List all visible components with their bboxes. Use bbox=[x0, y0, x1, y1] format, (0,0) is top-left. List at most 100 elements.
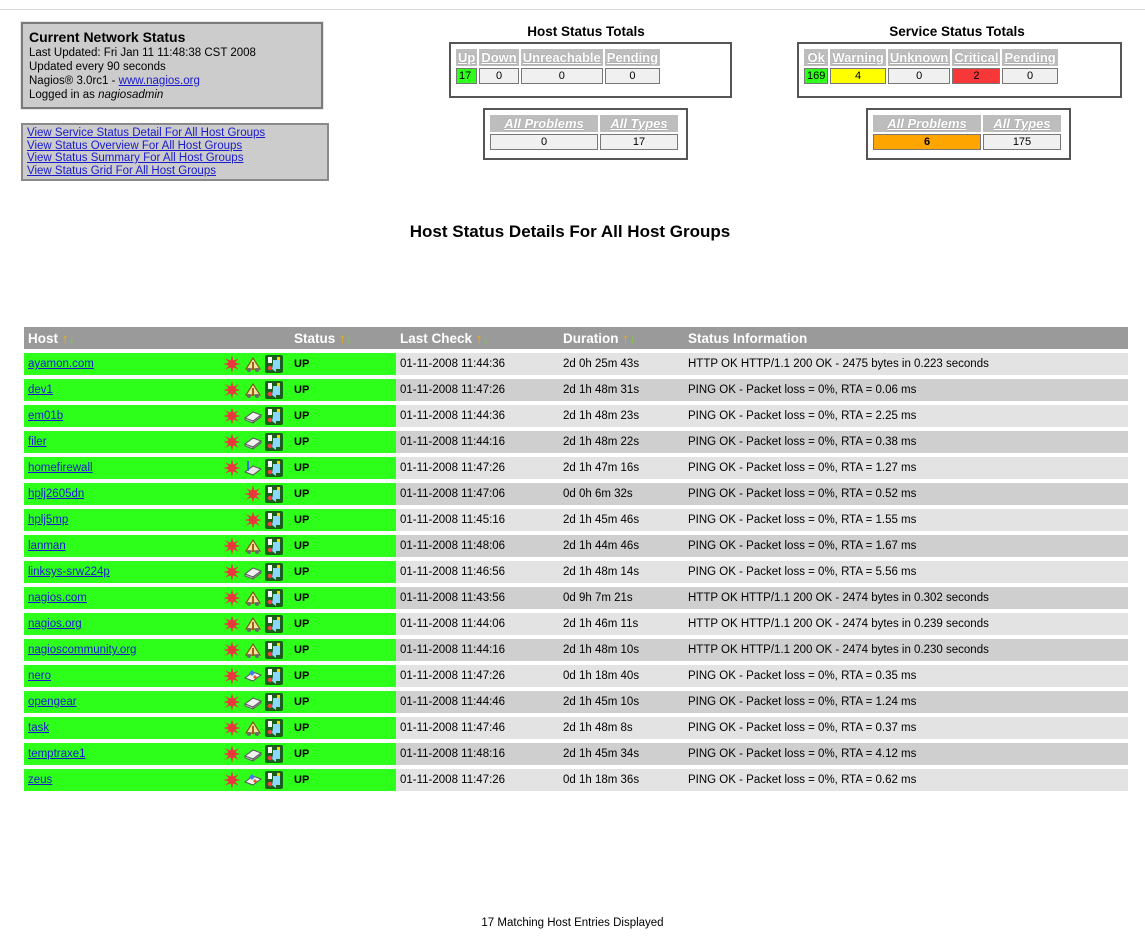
status-information-cell: PING OK - Packet loss = 0%, RTA = 5.56 m… bbox=[684, 561, 1128, 583]
host-name-link[interactable]: dev1 bbox=[28, 384, 53, 396]
host-pending-header[interactable]: Pending bbox=[604, 49, 661, 66]
status-map-icon[interactable] bbox=[264, 380, 284, 400]
host-name-link[interactable]: homefirewall bbox=[28, 462, 93, 474]
status-map-icon[interactable] bbox=[264, 432, 284, 452]
notes-icon[interactable] bbox=[243, 510, 263, 530]
status-map-icon[interactable] bbox=[264, 458, 284, 478]
notes-icon[interactable] bbox=[222, 770, 242, 790]
host-up-header[interactable]: Up bbox=[456, 49, 478, 66]
notes-icon[interactable] bbox=[222, 562, 242, 582]
service-pending-header[interactable]: Pending bbox=[1002, 49, 1058, 66]
host-name-link[interactable]: linksys-srw224p bbox=[28, 566, 110, 578]
host-name-link[interactable]: ayamon.com bbox=[28, 358, 94, 370]
sort-arrows-icon[interactable]: ↑↓ bbox=[476, 331, 490, 346]
notes-icon[interactable] bbox=[222, 458, 242, 478]
status-map-icon[interactable] bbox=[264, 640, 284, 660]
host-name-link[interactable]: opengear bbox=[28, 696, 77, 708]
desktop-icon[interactable] bbox=[243, 770, 263, 790]
host-name-link[interactable]: nagios.com bbox=[28, 592, 87, 604]
device-icon[interactable] bbox=[243, 744, 263, 764]
service-icon[interactable] bbox=[243, 718, 263, 738]
status-map-icon[interactable] bbox=[264, 666, 284, 686]
device-icon[interactable] bbox=[243, 692, 263, 712]
service-icon[interactable] bbox=[243, 354, 263, 374]
device-icon[interactable] bbox=[243, 562, 263, 582]
host-action-icons bbox=[222, 614, 284, 634]
status-map-icon[interactable] bbox=[264, 484, 284, 504]
device-icon[interactable] bbox=[243, 432, 263, 452]
host-cell: filer bbox=[24, 431, 290, 453]
link-status-overview[interactable]: View Status Overview For All Host Groups bbox=[27, 140, 323, 153]
notes-icon[interactable] bbox=[243, 484, 263, 504]
last-check-cell: 01-11-2008 11:44:16 bbox=[396, 431, 559, 453]
status-map-icon[interactable] bbox=[264, 510, 284, 530]
host-name-link[interactable]: task bbox=[28, 722, 49, 734]
service-warning-header[interactable]: Warning bbox=[830, 49, 886, 66]
status-map-icon[interactable] bbox=[264, 770, 284, 790]
status-map-icon[interactable] bbox=[264, 562, 284, 582]
host-name-link[interactable]: nero bbox=[28, 670, 51, 682]
host-name-link[interactable]: filer bbox=[28, 436, 47, 448]
service-icon[interactable] bbox=[243, 588, 263, 608]
firewall-icon[interactable] bbox=[243, 458, 263, 478]
host-name-link[interactable]: temptraxe1 bbox=[28, 748, 86, 760]
sort-arrows-icon[interactable]: ↑↓ bbox=[339, 331, 353, 346]
table-row: nagios.com UP 01-11-2008 11:43:56 0d 9h 7m … bbox=[24, 587, 1128, 609]
status-map-icon[interactable] bbox=[264, 744, 284, 764]
notes-icon[interactable] bbox=[222, 744, 242, 764]
service-ok-header[interactable]: Ok bbox=[804, 49, 829, 66]
link-status-grid[interactable]: View Status Grid For All Host Groups bbox=[27, 165, 323, 178]
notes-icon[interactable] bbox=[222, 640, 242, 660]
status-map-icon[interactable] bbox=[264, 354, 284, 374]
host-cell: ayamon.com bbox=[24, 353, 290, 375]
host-cell: hplj2605dn bbox=[24, 483, 290, 505]
host-name-link[interactable]: em01b bbox=[28, 410, 63, 422]
service-icon[interactable] bbox=[243, 640, 263, 660]
status-map-icon[interactable] bbox=[264, 614, 284, 634]
link-service-status-detail[interactable]: View Service Status Detail For All Host … bbox=[27, 127, 323, 140]
notes-icon[interactable] bbox=[222, 614, 242, 634]
host-all-problems-header[interactable]: All Problems bbox=[490, 115, 598, 132]
host-name-link[interactable]: zeus bbox=[28, 774, 52, 786]
notes-icon[interactable] bbox=[222, 354, 242, 374]
notes-icon[interactable] bbox=[222, 536, 242, 556]
nagios-link[interactable]: www.nagios.org bbox=[119, 75, 200, 87]
desktop-icon[interactable] bbox=[243, 666, 263, 686]
link-status-summary[interactable]: View Status Summary For All Host Groups bbox=[27, 152, 323, 165]
notes-icon[interactable] bbox=[222, 692, 242, 712]
status-map-icon[interactable] bbox=[264, 406, 284, 426]
notes-icon[interactable] bbox=[222, 666, 242, 686]
device-icon[interactable] bbox=[243, 406, 263, 426]
status-map-icon[interactable] bbox=[264, 588, 284, 608]
service-unknown-header[interactable]: Unknown bbox=[887, 49, 951, 66]
notes-icon[interactable] bbox=[222, 718, 242, 738]
host-name-link[interactable]: hplj5mp bbox=[28, 514, 68, 526]
host-down-header[interactable]: Down bbox=[479, 49, 519, 66]
notes-icon[interactable] bbox=[222, 406, 242, 426]
status-cell: UP bbox=[290, 769, 396, 791]
status-cell: UP bbox=[290, 613, 396, 635]
notes-icon[interactable] bbox=[222, 380, 242, 400]
service-all-types-header[interactable]: All Types bbox=[983, 115, 1061, 132]
host-cell: nagios.com bbox=[24, 587, 290, 609]
service-all-problems-header[interactable]: All Problems bbox=[873, 115, 981, 132]
host-name-link[interactable]: nagioscommunity.org bbox=[28, 644, 136, 656]
service-icon[interactable] bbox=[243, 614, 263, 634]
service-icon[interactable] bbox=[243, 380, 263, 400]
service-critical-header[interactable]: Critical bbox=[952, 49, 1001, 66]
table-row: nagioscommunity.org UP 01-11-2008 11:44:16… bbox=[24, 639, 1128, 661]
host-unreachable-header[interactable]: Unreachable bbox=[520, 49, 603, 66]
status-map-icon[interactable] bbox=[264, 692, 284, 712]
notes-icon[interactable] bbox=[222, 432, 242, 452]
sort-arrows-icon[interactable]: ↑↓ bbox=[62, 331, 76, 346]
status-map-icon[interactable] bbox=[264, 718, 284, 738]
sort-arrows-icon[interactable]: ↑↓ bbox=[622, 331, 636, 346]
host-cell: dev1 bbox=[24, 379, 290, 401]
host-name-link[interactable]: nagios.org bbox=[28, 618, 82, 630]
host-name-link[interactable]: lanman bbox=[28, 540, 66, 552]
notes-icon[interactable] bbox=[222, 588, 242, 608]
status-map-icon[interactable] bbox=[264, 536, 284, 556]
host-name-link[interactable]: hplj2605dn bbox=[28, 488, 84, 500]
host-all-types-header[interactable]: All Types bbox=[600, 115, 678, 132]
service-icon[interactable] bbox=[243, 536, 263, 556]
